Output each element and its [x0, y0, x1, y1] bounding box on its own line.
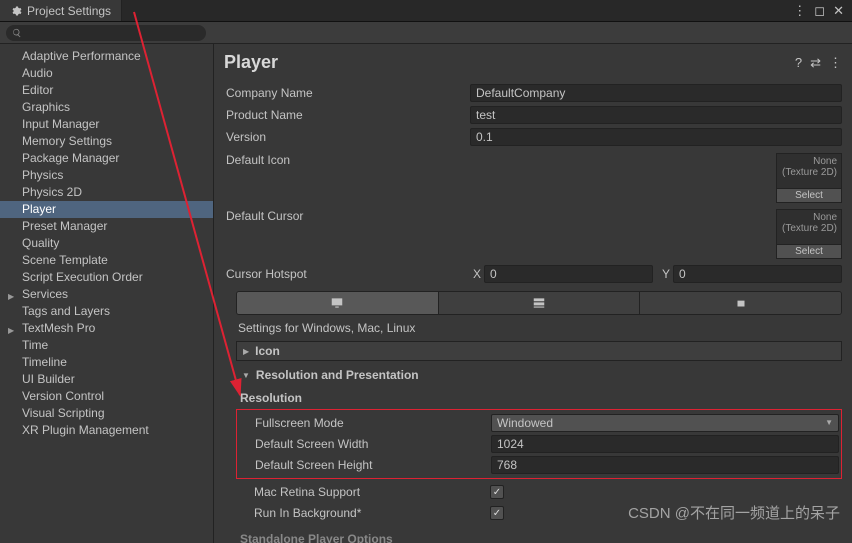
page-title: Player — [224, 52, 278, 73]
sidebar-item-editor[interactable]: Editor — [0, 82, 213, 99]
default-icon-label: Default Icon — [224, 153, 470, 167]
product-name-field[interactable]: test — [470, 106, 842, 124]
default-height-field[interactable]: 768 — [491, 456, 839, 474]
sidebar-item-player[interactable]: Player — [0, 201, 213, 218]
resolution-section-label: Resolution — [224, 389, 842, 409]
default-cursor-select-button[interactable]: Select — [776, 245, 842, 259]
platform-tab-android[interactable] — [640, 292, 841, 314]
sidebar-item-ui-builder[interactable]: UI Builder — [0, 371, 213, 388]
chevron-right-icon: ▶ — [8, 289, 14, 304]
project-settings-tab[interactable]: Project Settings — [0, 0, 122, 21]
sidebar-item-services[interactable]: ▶Services — [0, 286, 213, 303]
sidebar-item-tags-and-layers[interactable]: Tags and Layers — [0, 303, 213, 320]
company-name-field[interactable]: DefaultCompany — [470, 84, 842, 102]
default-cursor-label: Default Cursor — [224, 209, 470, 223]
sidebar-item-preset-manager[interactable]: Preset Manager — [0, 218, 213, 235]
fullscreen-mode-dropdown[interactable]: Windowed ▼ — [491, 414, 839, 432]
sidebar-item-time[interactable]: Time — [0, 337, 213, 354]
default-height-label: Default Screen Height — [239, 458, 491, 472]
sidebar-item-package-manager[interactable]: Package Manager — [0, 150, 213, 167]
hotspot-y-field[interactable]: 0 — [673, 265, 842, 283]
chevron-down-icon: ▼ — [242, 371, 250, 380]
server-icon — [532, 296, 546, 310]
sidebar-item-quality[interactable]: Quality — [0, 235, 213, 252]
resolution-highlight-box: Fullscreen Mode Windowed ▼ Default Scree… — [236, 409, 842, 479]
window-menu-icon[interactable]: ⋮ — [793, 3, 806, 19]
sidebar-item-memory-settings[interactable]: Memory Settings — [0, 133, 213, 150]
platform-tab-server[interactable] — [439, 292, 641, 314]
sidebar-item-script-execution-order[interactable]: Script Execution Order — [0, 269, 213, 286]
sidebar-item-physics-2d[interactable]: Physics 2D — [0, 184, 213, 201]
menu-icon[interactable]: ⋮ — [829, 55, 842, 71]
sidebar-item-physics[interactable]: Physics — [0, 167, 213, 184]
default-width-label: Default Screen Width — [239, 437, 491, 451]
chevron-right-icon: ▶ — [8, 323, 14, 338]
android-icon — [734, 296, 748, 310]
hotspot-x-field[interactable]: 0 — [484, 265, 653, 283]
preset-icon[interactable]: ⇄ — [810, 55, 821, 71]
version-label: Version — [224, 130, 470, 144]
runbg-label: Run In Background* — [238, 506, 490, 520]
default-width-field[interactable]: 1024 — [491, 435, 839, 453]
chevron-down-icon: ▼ — [825, 415, 833, 431]
foldout-icon[interactable]: ▶ Icon — [236, 341, 842, 361]
help-icon[interactable]: ? — [795, 55, 802, 71]
sidebar-item-adaptive-performance[interactable]: Adaptive Performance — [0, 48, 213, 65]
foldout-resolution[interactable]: ▼ Resolution and Presentation — [236, 365, 842, 385]
window-maximize-icon[interactable]: ◻ — [814, 3, 825, 19]
retina-checkbox[interactable]: ✓ — [490, 485, 504, 499]
window-close-icon[interactable]: ✕ — [833, 3, 844, 19]
sidebar-item-visual-scripting[interactable]: Visual Scripting — [0, 405, 213, 422]
sidebar-item-textmesh-pro[interactable]: ▶TextMesh Pro — [0, 320, 213, 337]
window-title: Project Settings — [27, 4, 111, 18]
retina-label: Mac Retina Support — [238, 485, 490, 499]
standalone-options-label: Standalone Player Options — [224, 526, 842, 543]
hotspot-x-label: X — [470, 267, 484, 281]
default-icon-slot[interactable]: None (Texture 2D) — [776, 153, 842, 189]
sidebar-item-audio[interactable]: Audio — [0, 65, 213, 82]
default-cursor-slot[interactable]: None (Texture 2D) — [776, 209, 842, 245]
hotspot-y-label: Y — [659, 267, 673, 281]
fullscreen-mode-label: Fullscreen Mode — [239, 416, 491, 430]
sidebar-item-timeline[interactable]: Timeline — [0, 354, 213, 371]
platform-caption: Settings for Windows, Mac, Linux — [224, 315, 842, 341]
sidebar-item-graphics[interactable]: Graphics — [0, 99, 213, 116]
default-icon-select-button[interactable]: Select — [776, 189, 842, 203]
product-name-label: Product Name — [224, 108, 470, 122]
chevron-right-icon: ▶ — [243, 347, 249, 356]
runbg-checkbox[interactable]: ✓ — [490, 506, 504, 520]
platform-tab-desktop[interactable] — [237, 292, 439, 314]
cursor-hotspot-label: Cursor Hotspot — [224, 267, 470, 281]
sidebar-item-scene-template[interactable]: Scene Template — [0, 252, 213, 269]
company-name-label: Company Name — [224, 86, 470, 100]
sidebar-item-version-control[interactable]: Version Control — [0, 388, 213, 405]
sidebar-item-xr-plugin-management[interactable]: XR Plugin Management — [0, 422, 213, 439]
search-icon — [12, 28, 22, 38]
sidebar-item-input-manager[interactable]: Input Manager — [0, 116, 213, 133]
search-input[interactable] — [6, 25, 206, 41]
gear-icon — [10, 5, 22, 17]
desktop-icon — [330, 296, 344, 310]
version-field[interactable]: 0.1 — [470, 128, 842, 146]
